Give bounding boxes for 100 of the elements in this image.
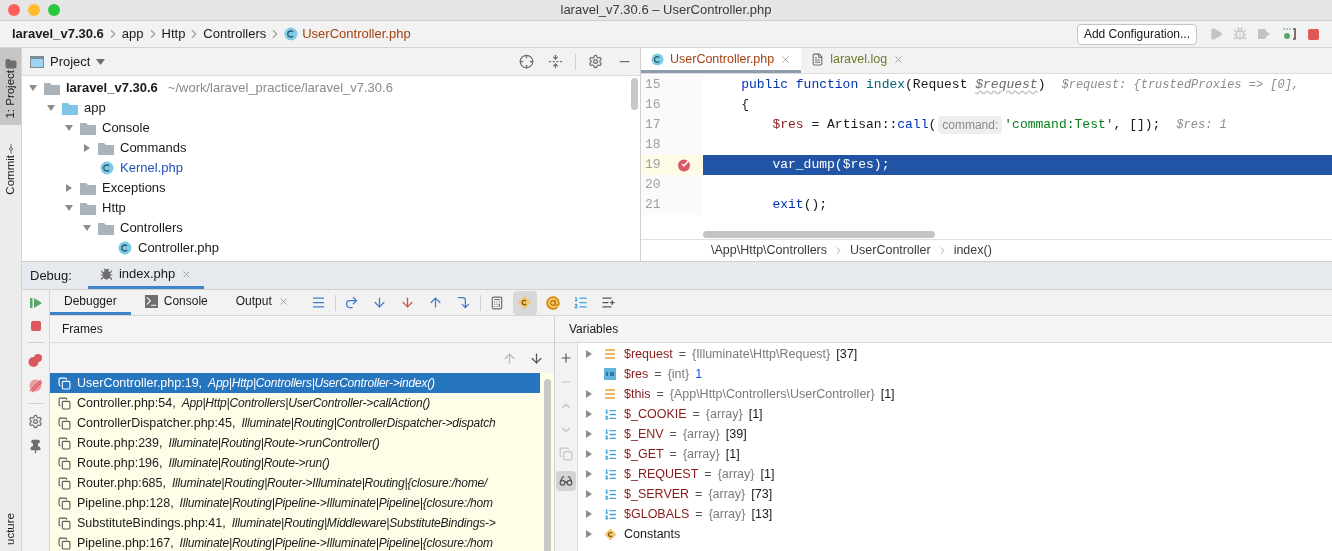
- scrollbar-thumb[interactable]: [630, 78, 638, 110]
- previous-frame-icon[interactable]: [502, 350, 517, 366]
- tool-window-tab[interactable]: ucture: [0, 507, 21, 551]
- close-tab-icon[interactable]: [893, 53, 905, 65]
- tree-item[interactable]: Controller.php: [138, 238, 219, 258]
- code-token: = Artisan::: [810, 116, 898, 135]
- add-configuration-button[interactable]: Add Configuration...: [1076, 23, 1197, 45]
- number-icon: [604, 368, 616, 380]
- tree-item[interactable]: Http: [102, 198, 126, 218]
- tree-item[interactable]: Controllers: [120, 218, 183, 238]
- add-icon[interactable]: [559, 351, 573, 365]
- variable-name[interactable]: $_GET: [624, 444, 664, 464]
- code-token: $res: [771, 116, 804, 135]
- line-number: 18: [645, 136, 662, 155]
- variable-name[interactable]: $res: [624, 364, 649, 384]
- variable-size: [1]: [880, 385, 895, 403]
- debug-tab[interactable]: Console: [130, 290, 222, 315]
- collapsed-arrow-icon[interactable]: [584, 349, 594, 359]
- tree-item[interactable]: Exceptions: [102, 178, 166, 198]
- object-icon: [604, 388, 616, 400]
- code-breadcrumb[interactable]: \App\Http\Controllers: [711, 241, 828, 260]
- stack-frame-row[interactable]: Router.php:685, Illuminate|Routing|Router->Illuminate|Routing|{closure:/home/: [50, 473, 540, 493]
- collapsed-arrow-icon[interactable]: [64, 183, 74, 193]
- code-token: , []);: [1113, 116, 1161, 135]
- close-tab-icon[interactable]: [277, 295, 289, 307]
- code-token: var_dump: [771, 156, 835, 175]
- stack-frame-row[interactable]: Pipeline.php:128, Illuminate|Routing|Pipeline->Illuminate|Pipeline|{closure:/hom: [50, 493, 540, 513]
- close-tab-icon[interactable]: [181, 268, 193, 280]
- variable-type: {array}: [682, 445, 720, 463]
- inline-value-hint: $request: {trustedProxies => [0],: [1061, 77, 1300, 94]
- debug-tab[interactable]: Output: [221, 290, 303, 315]
- code-breadcrumb[interactable]: UserController: [850, 241, 931, 260]
- tree-item[interactable]: Commands: [120, 138, 187, 158]
- close-tab-icon[interactable]: [780, 53, 792, 65]
- array-icon: [603, 427, 617, 441]
- stack-frame-row[interactable]: SubstituteBindings.php:41, Illuminate|Routing|Middleware|SubstituteBindings->: [50, 513, 540, 533]
- folder-icon: [4, 58, 17, 70]
- stop-icon[interactable]: [29, 320, 42, 332]
- tree-item[interactable]: Console: [102, 118, 150, 138]
- variable-name[interactable]: Constants: [624, 524, 681, 544]
- line-number: 15: [645, 76, 662, 95]
- settings-icon[interactable]: [28, 414, 43, 429]
- variable-name[interactable]: $GLOBALS: [624, 504, 690, 524]
- breadcrumb-item[interactable]: UserController.php: [302, 24, 411, 44]
- resume-icon[interactable]: [28, 296, 43, 310]
- variable-size: [1]: [725, 445, 740, 463]
- horizontal-scrollbar[interactable]: [703, 230, 935, 238]
- view-breakpoints-icon[interactable]: [28, 353, 43, 368]
- object-icon: [604, 348, 616, 360]
- collapsed-arrow-icon[interactable]: [82, 143, 92, 153]
- breakpoint-icon[interactable]: [677, 158, 691, 172]
- breadcrumb-item[interactable]: laravel_v7.30.6: [12, 24, 104, 44]
- frame-icon: [58, 516, 71, 530]
- listen-debug-icon[interactable]: [1281, 26, 1297, 42]
- stack-frame-row[interactable]: ControllerDispatcher.php:45, Illuminate|Routing|ControllerDispatcher->dispatch: [50, 413, 540, 433]
- stack-frame-row[interactable]: Route.php:196, Illuminate|Routing|Route->run(): [50, 453, 540, 473]
- variable-type: {array}: [708, 485, 746, 503]
- stack-frame-row[interactable]: Controller.php:54, App|Http|Controllers|UserController->callAction(): [50, 393, 540, 413]
- collapse-all-icon[interactable]: [548, 54, 563, 69]
- scrollbar-thumb[interactable]: [543, 379, 551, 551]
- next-frame-icon[interactable]: [529, 350, 544, 366]
- mute-breakpoints-icon[interactable]: [28, 378, 43, 393]
- tool-window-tab[interactable]: Commit: [0, 132, 21, 201]
- variable-name[interactable]: $request: [624, 344, 673, 364]
- stop-icon[interactable]: [1307, 27, 1320, 41]
- tree-item[interactable]: laravel_v7.30.6: [66, 78, 158, 98]
- editor-tab[interactable]: UserController.php: [641, 48, 802, 73]
- tree-item[interactable]: Kernel.php: [120, 158, 183, 178]
- show-watches-button[interactable]: [556, 471, 576, 491]
- zoom-window-button[interactable]: [48, 4, 60, 16]
- settings-icon[interactable]: [588, 54, 603, 69]
- close-window-button[interactable]: [8, 4, 20, 16]
- dropdown-arrow-icon[interactable]: [96, 58, 106, 65]
- tree-item[interactable]: app: [84, 98, 106, 118]
- pin-icon[interactable]: [28, 439, 43, 454]
- variable-name[interactable]: $_REQUEST: [624, 464, 699, 484]
- equals-sign: =: [654, 365, 662, 383]
- equals-sign: =: [704, 465, 712, 483]
- variable-type: {int}: [667, 365, 690, 383]
- variable-name[interactable]: $_COOKIE: [624, 404, 687, 424]
- tool-window-tab[interactable]: 1: Project: [0, 48, 21, 125]
- variable-name[interactable]: $this: [624, 384, 651, 404]
- panel-title[interactable]: Project: [50, 51, 91, 72]
- equals-sign: =: [669, 425, 677, 443]
- breadcrumb-item[interactable]: Controllers: [203, 24, 267, 44]
- class-constants-icon[interactable]: [512, 290, 537, 315]
- code-token: {: [740, 96, 749, 115]
- breadcrumb-item[interactable]: Http: [161, 24, 186, 44]
- breadcrumb-item[interactable]: app: [121, 24, 144, 44]
- stack-frame-row[interactable]: UserController.php:19, App|Http|Controllers|UserController->index(): [50, 373, 540, 393]
- code-token: public function: [740, 76, 860, 95]
- variable-type: {Illuminate\Http\Request}: [691, 345, 831, 363]
- code-breadcrumb[interactable]: index(): [953, 241, 992, 260]
- frame-icon: [58, 436, 71, 450]
- variable-name[interactable]: $_ENV: [624, 424, 664, 444]
- stack-frame-row[interactable]: Route.php:239, Illuminate|Routing|Route->runController(): [50, 433, 540, 453]
- variable-name[interactable]: $_SERVER: [624, 484, 690, 504]
- stack-frame-row[interactable]: Pipeline.php:167, Illuminate|Routing|Pipeline->Illuminate|Pipeline|{closure:/hom: [50, 533, 540, 551]
- editor-tab[interactable]: laravel.log: [801, 48, 915, 73]
- locate-icon[interactable]: [519, 54, 534, 69]
